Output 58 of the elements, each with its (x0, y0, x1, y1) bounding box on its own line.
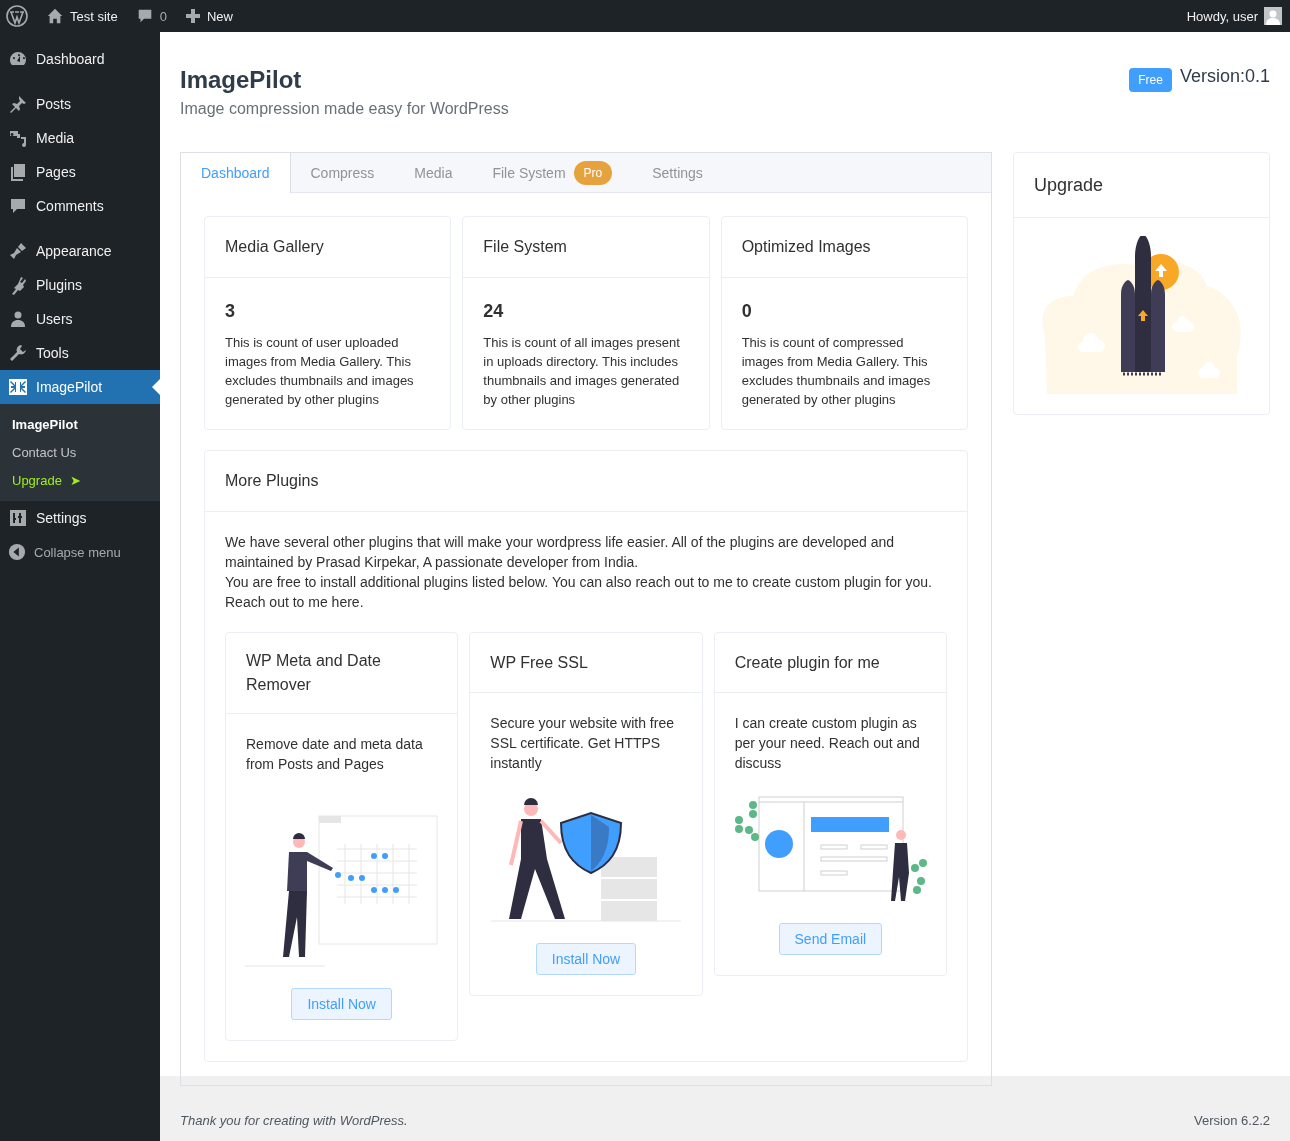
card-title: Optimized Images (741, 238, 871, 256)
sidebar-item[interactable]: Comments (0, 189, 160, 223)
plugin-description: I can create custom plugin as per your need. Reach out and discuss (733, 714, 921, 773)
sidebar-item[interactable]: Dashboard (0, 42, 160, 76)
pro-badge: Pro (573, 161, 613, 185)
comment-count[interactable]: 0 (159, 8, 167, 24)
card-title: Create plugin for me (734, 652, 880, 673)
page-title: ImagePilot (180, 66, 303, 94)
card-title: Upgrade (1034, 174, 1104, 196)
card-title: WP Meta and Date Remover (246, 651, 382, 695)
speech-bubble-icon (8, 196, 28, 216)
submenu-item[interactable]: ImagePilot (0, 410, 160, 438)
pushpin-icon (8, 94, 28, 114)
footer-thanks: Thank you for creating with WordPress. (180, 1113, 408, 1128)
sidebar-item[interactable]: Users (0, 302, 160, 336)
compress-arrows-icon (8, 377, 28, 397)
sidebar-item[interactable]: Pages (0, 155, 160, 189)
card-title: More Plugins (225, 472, 319, 490)
plus-icon (184, 8, 201, 24)
paintbrush-icon (8, 241, 28, 261)
stat-count: 0 (741, 302, 753, 321)
submenu-item[interactable]: Upgrade ➤ (0, 466, 160, 494)
plugin-description: Remove date and meta data from Posts and Pages (245, 735, 424, 774)
home-icon (46, 7, 64, 25)
stat-count: 24 (483, 302, 505, 321)
arrow-icon: ➤ (69, 472, 81, 488)
stat-description: This is count of all images present in uploads directory. This includes thumbnails and images generated by other plugins (483, 334, 681, 409)
intro-paragraph: You are free to install additional plugins listed below. You can also reach out to me to create custom plugin for you. Reach out to me here. (225, 573, 933, 612)
sidebar-item[interactable]: ImagePilot (0, 370, 160, 404)
wordpress-logo-icon[interactable] (6, 5, 28, 27)
card-title: File System (483, 238, 567, 256)
sidebar-item[interactable]: Posts (0, 87, 160, 121)
card-title: Media Gallery (225, 238, 324, 256)
pages-icon (8, 162, 28, 182)
collapse-menu-button[interactable]: Collapse menu (0, 535, 160, 569)
stat-description: This is count of compressed images from Media Gallery. This excludes thumbnails and images generated by other plugins (741, 334, 932, 409)
wrench-icon (8, 343, 28, 363)
submenu-item[interactable]: Contact Us (0, 438, 160, 466)
sidebar-item[interactable]: Plugins (0, 268, 160, 302)
sliders-icon (8, 508, 28, 528)
new-content-link[interactable]: New (206, 8, 233, 24)
intro-paragraph: We have several other plugins that will make your wordpress life easier. All of the plugins are developed and maintained by Prasad Kirpekar, A passionate developer from India. (225, 533, 895, 572)
sidebar-item[interactable]: Media (0, 121, 160, 155)
sidebar-item[interactable]: Tools (0, 336, 160, 370)
sidebar-item[interactable]: Settings (0, 501, 160, 535)
user-icon (8, 309, 28, 329)
page-subtitle: Image compression made easy for WordPress (180, 100, 509, 118)
plan-badge: Free (1129, 68, 1172, 92)
media-icon (8, 128, 28, 148)
stat-count: 3 (225, 302, 236, 321)
stat-description: This is count of user uploaded images from Media Gallery. This excludes thumbnails and images generated by other plugins (225, 334, 415, 409)
card-title: WP Free SSL (490, 652, 588, 673)
site-name-link[interactable]: Test site (70, 8, 118, 24)
sidebar-item[interactable]: Appearance (0, 234, 160, 268)
footer-version: Version 6.2.2 (1194, 1113, 1270, 1128)
plugin-description: Secure your website with free SSL certificate. Get HTTPS instantly (489, 714, 675, 773)
version-label: Version:0.1 (1179, 66, 1270, 87)
greeting-link[interactable]: Howdy, user (1186, 8, 1258, 24)
